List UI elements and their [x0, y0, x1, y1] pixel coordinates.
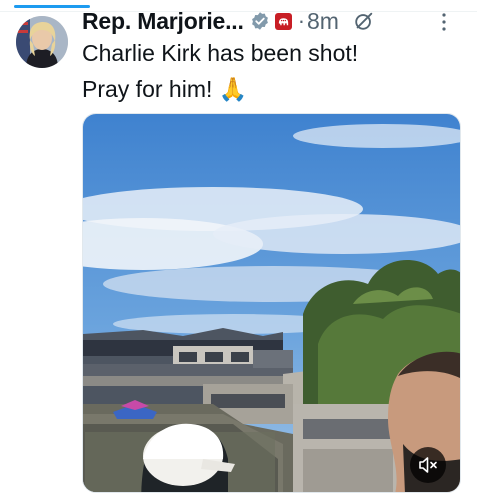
timestamp[interactable]: 8m: [307, 8, 339, 35]
tweet-text-line-2: Pray for him! 🙏: [82, 76, 248, 102]
verified-badge-icon: [250, 11, 270, 31]
author-name[interactable]: Rep. Marjorie...: [82, 8, 244, 35]
separator-dot: ·: [297, 8, 306, 33]
avatar[interactable]: [16, 16, 68, 68]
muted-speaker-icon[interactable]: [410, 447, 446, 483]
tweet-text: Charlie Kirk has been shot! Pray for him…: [82, 35, 472, 107]
grok-icon[interactable]: [353, 10, 375, 32]
tweet-text-line-1: Charlie Kirk has been shot!: [82, 40, 359, 66]
more-options-icon[interactable]: [441, 11, 447, 33]
top-progress-bar: [14, 5, 90, 8]
tweet-header: Rep. Marjorie... · 8m: [82, 6, 375, 36]
video-media[interactable]: [82, 113, 461, 493]
gop-elephant-icon: [274, 12, 292, 30]
